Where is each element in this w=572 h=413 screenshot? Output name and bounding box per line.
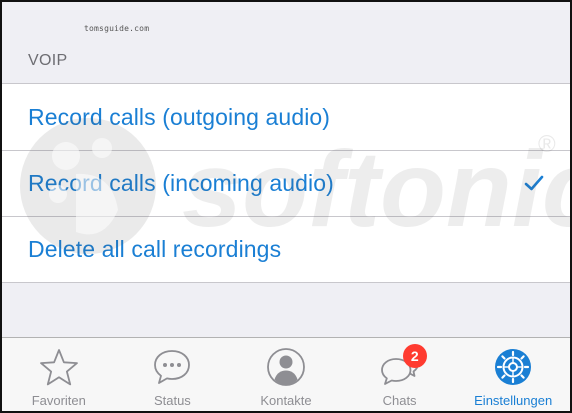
- section-header: VOIP: [28, 52, 68, 69]
- status-bar: tomsguide.com: [2, 2, 570, 44]
- unread-badge: 2: [402, 344, 427, 368]
- star-icon: [39, 349, 78, 386]
- tab-einstellungen[interactable]: Einstellungen: [456, 338, 570, 411]
- watermark-text: tomsguide.com: [84, 24, 150, 33]
- setting-label: Record calls (incoming audio): [28, 169, 334, 196]
- contact-icon: [267, 348, 305, 386]
- tab-status[interactable]: Status: [116, 338, 230, 411]
- setting-record-incoming[interactable]: Record calls (incoming audio): [2, 150, 570, 216]
- setting-label: Record calls (outgoing audio): [28, 103, 331, 130]
- speech-bubble-dots-icon: [154, 350, 191, 384]
- tab-kontakte[interactable]: Kontakte: [229, 338, 343, 411]
- tab-label: Chats: [382, 393, 417, 408]
- tab-label: Favoriten: [31, 393, 86, 408]
- settings-list: Record calls (outgoing audio) Record cal…: [2, 83, 570, 283]
- gear-icon: [495, 349, 532, 385]
- tab-chats[interactable]: Chats 2: [343, 338, 457, 411]
- tab-label: Status: [153, 393, 191, 408]
- setting-record-outgoing[interactable]: Record calls (outgoing audio): [2, 84, 570, 150]
- tab-label: Einstellungen: [474, 393, 553, 408]
- app-window: tomsguide.com VOIP Record calls (outgoin…: [0, 0, 572, 413]
- tab-bar: Favoriten Status Kontakte Chats 2 Einste…: [2, 337, 570, 411]
- setting-delete-recordings[interactable]: Delete all call recordings: [2, 216, 570, 282]
- tab-label: Kontakte: [260, 393, 312, 408]
- tab-favoriten[interactable]: Favoriten: [2, 338, 116, 411]
- setting-label: Delete all call recordings: [28, 235, 282, 262]
- checkmark-icon: [524, 175, 544, 191]
